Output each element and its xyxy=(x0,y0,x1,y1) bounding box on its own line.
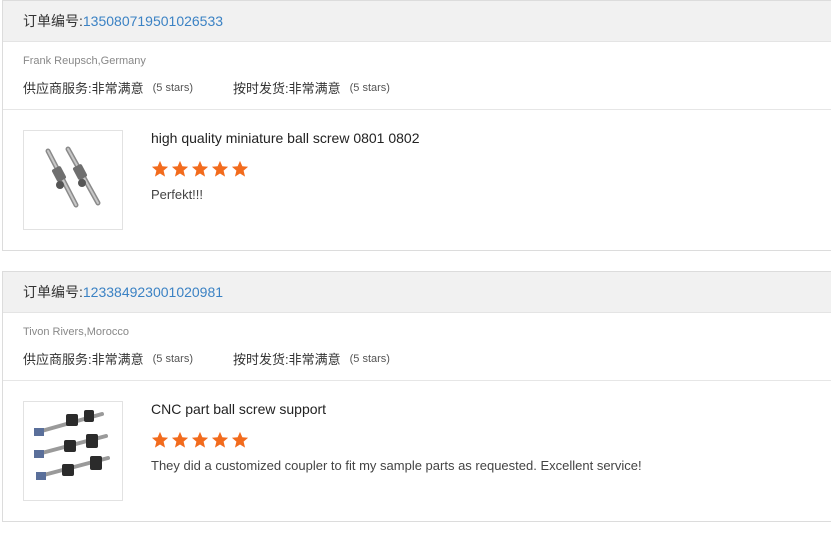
rating-stars xyxy=(151,160,251,178)
rating-stars xyxy=(151,431,251,449)
order-header: 订单编号: 123384923001020981 xyxy=(3,272,831,313)
product-title[interactable]: CNC part ball screw support xyxy=(151,401,326,417)
order-number-link[interactable]: 123384923001020981 xyxy=(83,284,223,300)
delivery-label: 按时发货: xyxy=(232,81,289,96)
star-icon xyxy=(191,160,209,177)
star-icon xyxy=(211,431,229,448)
supplier-service-value: 非常满意 xyxy=(91,81,144,96)
buyer-info: Tivon Rivers,Morocco 供应商服务: 非常满意 (5 star… xyxy=(3,313,831,381)
buyer-name: Frank Reupsch,Germany xyxy=(23,55,146,67)
supplier-service-label: 供应商服务: xyxy=(23,81,92,96)
review-comment: Perfekt!!! xyxy=(151,187,204,202)
star-icon xyxy=(211,160,229,177)
ball-screw-picture xyxy=(45,146,101,208)
buyer-name: Tivon Rivers,Morocco xyxy=(23,326,129,338)
delivery-value: 非常满意 xyxy=(288,81,341,96)
supplier-service-value: 非常满意 xyxy=(91,352,144,367)
ball-screw-support-image[interactable] xyxy=(23,401,123,501)
delivery-value: 非常满意 xyxy=(288,352,341,367)
delivery-stars: (5 stars) xyxy=(349,81,390,94)
order-number-label: 订单编号: xyxy=(23,284,83,300)
review-card: 订单编号: 135080719501026533 Frank Reupsch,G… xyxy=(2,0,831,251)
star-icon xyxy=(231,431,249,448)
star-icon xyxy=(171,431,189,448)
supplier-service-rating: 供应商服务: 非常满意 (5 stars) xyxy=(23,349,193,368)
supplier-service-rating: 供应商服务: 非常满意 (5 stars) xyxy=(23,78,193,97)
delivery-rating: 按时发货: 非常满意 (5 stars) xyxy=(233,78,390,97)
star-icon xyxy=(151,160,169,177)
delivery-stars: (5 stars) xyxy=(349,352,390,365)
delivery-label: 按时发货: xyxy=(232,352,289,367)
supplier-service-stars: (5 stars) xyxy=(152,352,193,365)
order-number-link[interactable]: 135080719501026533 xyxy=(83,13,223,29)
ball-screw-image[interactable] xyxy=(23,130,123,230)
review-comment: They did a customized coupler to fit my … xyxy=(151,458,642,473)
order-number-label: 订单编号: xyxy=(23,13,83,29)
product-title[interactable]: high quality miniature ball screw 0801 0… xyxy=(151,130,420,146)
seller-ratings: 供应商服务: 非常满意 (5 stars) 按时发货: 非常满意 (5 star… xyxy=(23,78,390,97)
star-icon xyxy=(191,431,209,448)
supplier-service-label: 供应商服务: xyxy=(23,352,92,367)
delivery-rating: 按时发货: 非常满意 (5 stars) xyxy=(233,349,390,368)
order-header: 订单编号: 135080719501026533 xyxy=(3,1,831,42)
supplier-service-stars: (5 stars) xyxy=(152,81,193,94)
buyer-info: Frank Reupsch,Germany 供应商服务: 非常满意 (5 sta… xyxy=(3,42,831,110)
ball-screw-support-picture xyxy=(34,410,110,480)
star-icon xyxy=(231,160,249,177)
review-card: 订单编号: 123384923001020981 Tivon Rivers,Mo… xyxy=(2,271,831,522)
star-icon xyxy=(171,160,189,177)
star-icon xyxy=(151,431,169,448)
seller-ratings: 供应商服务: 非常满意 (5 stars) 按时发货: 非常满意 (5 star… xyxy=(23,349,390,368)
